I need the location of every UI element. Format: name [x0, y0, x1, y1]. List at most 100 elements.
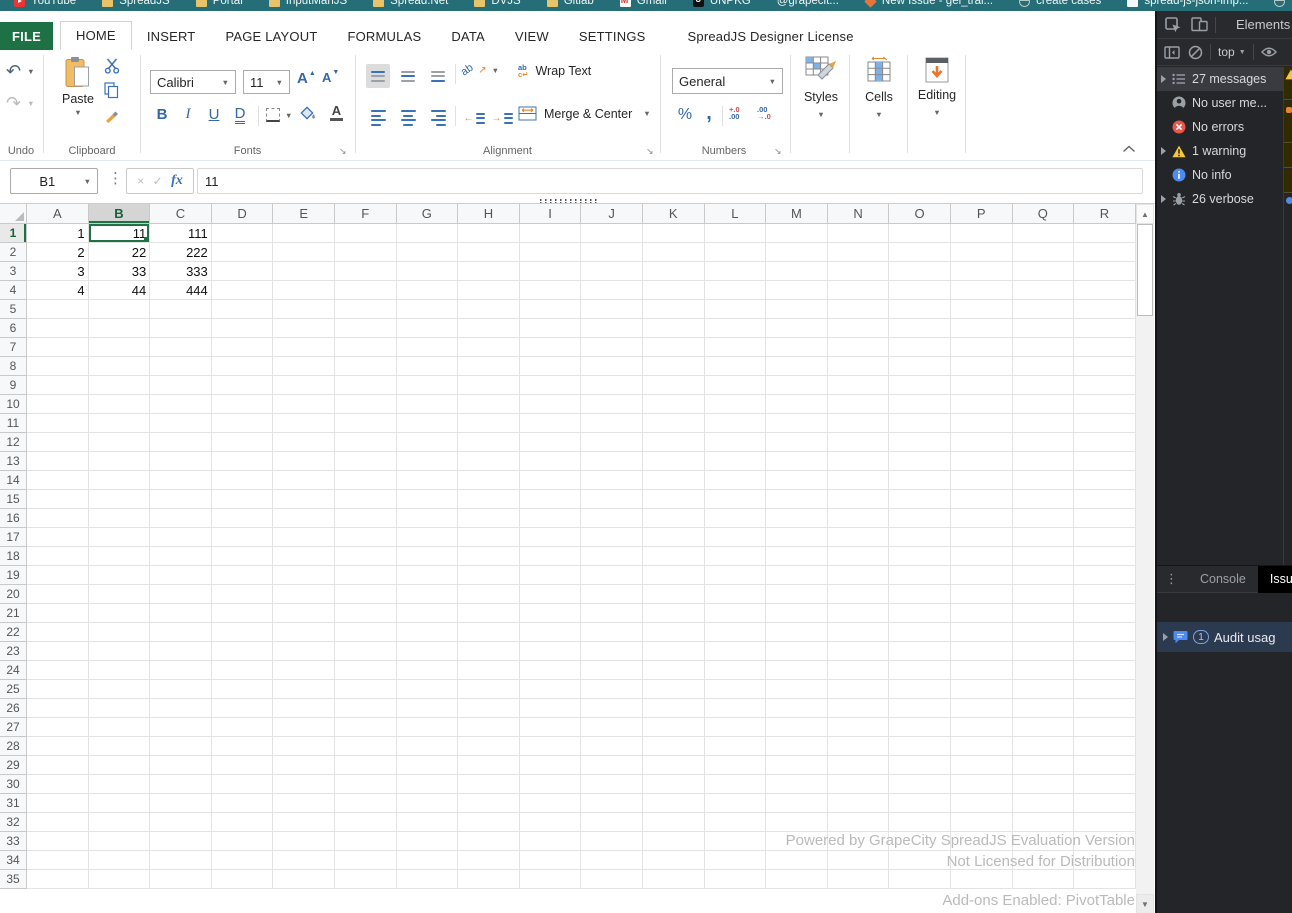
cell-Q33[interactable]: [1012, 832, 1075, 851]
cell-R15[interactable]: [1074, 490, 1136, 509]
cell-M30[interactable]: [766, 775, 828, 794]
cell-A20[interactable]: [27, 585, 89, 604]
cell-E14[interactable]: [273, 471, 335, 490]
clear-console-icon[interactable]: [1188, 45, 1203, 60]
row-header-14[interactable]: 14: [0, 471, 27, 490]
cell-N33[interactable]: [827, 832, 890, 851]
cell-A22[interactable]: [27, 623, 89, 642]
cell-B3[interactable]: 33: [88, 262, 151, 281]
console-filter-no-errors[interactable]: No errors: [1157, 115, 1283, 139]
cell-Q27[interactable]: [1012, 718, 1075, 737]
cell-E25[interactable]: [273, 680, 335, 699]
cell-R1[interactable]: [1074, 224, 1136, 243]
row-header-10[interactable]: 10: [0, 395, 27, 414]
cell-H30[interactable]: [458, 775, 520, 794]
tab-file[interactable]: FILE: [0, 22, 53, 50]
cell-B30[interactable]: [88, 775, 151, 794]
cell-P16[interactable]: [950, 509, 1013, 528]
cell-E7[interactable]: [273, 338, 335, 357]
cell-M33[interactable]: [766, 832, 828, 851]
cell-I31[interactable]: [519, 794, 582, 813]
bookmark-item[interactable]: download...: [1274, 0, 1292, 7]
cell-L31[interactable]: [704, 794, 767, 813]
row-header-15[interactable]: 15: [0, 490, 27, 509]
cell-G20[interactable]: [396, 585, 459, 604]
row-header-29[interactable]: 29: [0, 756, 27, 775]
bold-button[interactable]: B: [152, 106, 172, 123]
cell-P27[interactable]: [950, 718, 1013, 737]
row-header-30[interactable]: 30: [0, 775, 27, 794]
cell-N17[interactable]: [827, 528, 890, 547]
cell-E12[interactable]: [273, 433, 335, 452]
console-warning-row[interactable]: [1284, 101, 1292, 143]
cell-O7[interactable]: [889, 338, 951, 357]
cell-J31[interactable]: [581, 794, 643, 813]
cell-K11[interactable]: [642, 414, 705, 433]
cell-G5[interactable]: [396, 300, 459, 319]
column-header-M[interactable]: M: [766, 204, 828, 224]
cell-K29[interactable]: [642, 756, 705, 775]
cell-E22[interactable]: [273, 623, 335, 642]
cell-I15[interactable]: [519, 490, 582, 509]
cell-D20[interactable]: [211, 585, 274, 604]
cell-G8[interactable]: [396, 357, 459, 376]
row-header-22[interactable]: 22: [0, 623, 27, 642]
cell-Q2[interactable]: [1012, 243, 1075, 262]
cell-C31[interactable]: [150, 794, 212, 813]
cell-I26[interactable]: [519, 699, 582, 718]
device-toolbar-icon[interactable]: [1191, 17, 1208, 32]
cell-O31[interactable]: [889, 794, 951, 813]
cell-H19[interactable]: [458, 566, 520, 585]
cell-K31[interactable]: [642, 794, 705, 813]
cell-J6[interactable]: [581, 319, 643, 338]
cell-C6[interactable]: [150, 319, 212, 338]
scrollbar-thumb[interactable]: [1137, 224, 1153, 316]
cell-R35[interactable]: [1074, 870, 1136, 889]
cell-M11[interactable]: [766, 414, 828, 433]
cell-D18[interactable]: [211, 547, 274, 566]
cell-E30[interactable]: [273, 775, 335, 794]
cell-P25[interactable]: [950, 680, 1013, 699]
tab-home[interactable]: HOME: [60, 21, 132, 50]
cell-K7[interactable]: [642, 338, 705, 357]
cell-R16[interactable]: [1074, 509, 1136, 528]
cell-L27[interactable]: [704, 718, 767, 737]
cell-O17[interactable]: [889, 528, 951, 547]
expand-arrow-icon[interactable]: [1161, 75, 1166, 83]
cell-D1[interactable]: [211, 224, 274, 243]
cell-H15[interactable]: [458, 490, 520, 509]
increase-font-button[interactable]: A ▲: [297, 70, 316, 87]
cell-M6[interactable]: [766, 319, 828, 338]
cell-L26[interactable]: [704, 699, 767, 718]
tab-insert[interactable]: INSERT: [132, 22, 211, 50]
orientation-button[interactable]: ab ↗ ▼: [459, 62, 499, 79]
cell-J30[interactable]: [581, 775, 643, 794]
cell-E1[interactable]: [273, 224, 335, 243]
cell-B1[interactable]: 11: [88, 224, 151, 243]
cell-M8[interactable]: [766, 357, 828, 376]
cell-E9[interactable]: [273, 376, 335, 395]
bookmark-item[interactable]: Spread.Net: [373, 0, 448, 7]
cell-Q4[interactable]: [1012, 281, 1075, 300]
cell-L23[interactable]: [704, 642, 767, 661]
collapse-ribbon-button[interactable]: [1122, 142, 1136, 156]
cell-N7[interactable]: [827, 338, 890, 357]
cell-G18[interactable]: [396, 547, 459, 566]
cell-H20[interactable]: [458, 585, 520, 604]
cell-E21[interactable]: [273, 604, 335, 623]
cell-D9[interactable]: [211, 376, 274, 395]
row-header-23[interactable]: 23: [0, 642, 27, 661]
cell-F12[interactable]: [334, 433, 397, 452]
cell-Q9[interactable]: [1012, 376, 1075, 395]
cell-D21[interactable]: [211, 604, 274, 623]
cell-N9[interactable]: [827, 376, 890, 395]
cell-R10[interactable]: [1074, 395, 1136, 414]
cell-B8[interactable]: [88, 357, 151, 376]
cell-I21[interactable]: [519, 604, 582, 623]
cell-Q11[interactable]: [1012, 414, 1075, 433]
cell-Q5[interactable]: [1012, 300, 1075, 319]
cell-C16[interactable]: [150, 509, 212, 528]
cell-B28[interactable]: [88, 737, 151, 756]
cell-F2[interactable]: [334, 243, 397, 262]
console-sidebar-toggle-icon[interactable]: [1164, 45, 1180, 59]
